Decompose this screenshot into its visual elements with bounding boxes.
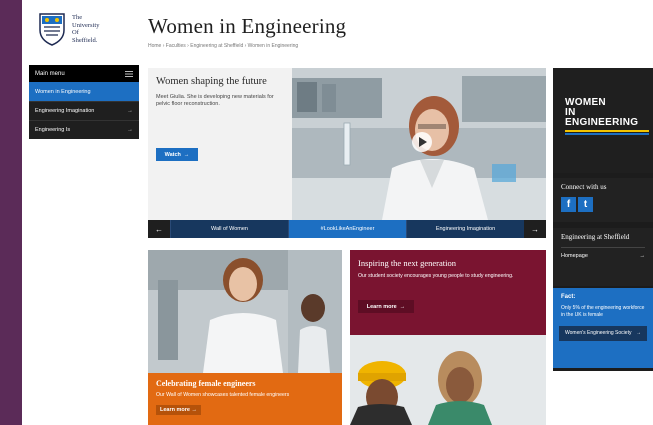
celebrating-photo [148,250,342,373]
lab-scene-image [292,68,546,220]
watch-button[interactable]: Watch → [156,148,198,161]
homepage-label: Homepage [561,253,588,259]
main-menu-header[interactable]: Main menu [29,65,139,82]
menu-item-women-in-engineering[interactable]: Women in Engineering [29,82,139,101]
right-sidebar: WOMEN IN ENGINEERING Connect with us f t… [553,68,653,371]
arrow-right-icon: → [127,127,133,133]
crest-icon [39,13,65,46]
celebrating-tile[interactable]: Celebrating female engineers Our Wall of… [148,250,342,425]
watch-label: Watch [164,151,181,158]
arrow-right-icon: → [636,330,641,336]
facebook-icon[interactable]: f [561,197,576,212]
inspiring-photo [350,335,546,425]
celebrating-heading: Celebrating female engineers [156,379,256,388]
tab-look-like-an-engineer[interactable]: #LookLikeAnEngineer [288,220,406,238]
social-links: f t [561,197,645,212]
hero-carousel: Women shaping the future Meet Giulia. Sh… [148,68,546,240]
menu-item-label: Women in Engineering [35,89,91,95]
hero-video-image[interactable] [292,68,546,220]
page-title: Women in Engineering [148,14,347,38]
page: The University Of Sheffield. Women in En… [22,0,653,425]
university-logo[interactable]: The University Of Sheffield. [38,12,128,52]
inspiring-tile[interactable]: Inspiring the next generation Our studen… [350,250,546,425]
arrow-right-icon: → [399,303,406,310]
inspiring-text: Our student society encourages young peo… [358,273,514,279]
arrow-right-icon: → [183,151,190,158]
menu-item-engineering-is[interactable]: Engineering Is → [29,120,139,139]
main-menu: Main menu Women in Engineering Engineeri… [29,65,139,139]
womens-engineering-society-link[interactable]: Women's Engineering Society → [559,326,647,341]
menu-item-engineering-imagination[interactable]: Engineering Imagination → [29,101,139,120]
logo-underline-blue [565,133,649,135]
fact-panel: Fact: Only 5% of the engineering workfor… [553,288,653,368]
tab-engineering-imagination[interactable]: Engineering Imagination [406,220,524,238]
logo-underline-yellow [565,130,649,132]
university-name: The University Of Sheffield. [72,14,100,44]
connect-heading: Connect with us [561,183,607,191]
hamburger-icon[interactable] [125,70,133,77]
twitter-icon[interactable]: t [578,197,593,212]
carousel-next-button[interactable]: → [524,220,546,238]
menu-item-label: Engineering Imagination [35,108,95,114]
engineering-panel: Engineering at Sheffield Homepage → [553,228,653,286]
celebrating-learn-more-button[interactable]: Learn more → [156,405,201,415]
celebrating-text: Our Wall of Women showcases talented fem… [156,392,290,398]
homepage-link[interactable]: Homepage → [561,247,645,259]
wie-logo-text: WOMEN IN ENGINEERING [565,97,639,128]
hero-heading: Women shaping the future [156,76,267,87]
carousel-prev-button[interactable]: ← [148,220,170,238]
inspiring-learn-more-button[interactable]: Learn more → [358,300,414,313]
menu-item-label: Engineering Is [35,127,71,133]
fact-heading: Fact: [561,294,576,300]
hero-nav-bar: ← Wall of Women #LookLikeAnEngineer Engi… [148,220,546,238]
inspiring-panel: Inspiring the next generation Our studen… [350,250,546,335]
arrow-right-icon: → [127,108,133,114]
engineering-heading: Engineering at Sheffield [561,233,630,241]
main-menu-label: Main menu [35,70,65,77]
learn-more-label: Learn more [366,303,397,310]
society-label: Women's Engineering Society [565,330,632,336]
hero-description: Meet Giulia. She is developing new mater… [156,94,274,107]
women-in-engineering-logo[interactable]: WOMEN IN ENGINEERING [553,68,653,173]
left-brand-bar [0,0,22,425]
arrow-right-icon: → [639,253,646,259]
tab-wall-of-women[interactable]: Wall of Women [170,220,288,238]
breadcrumb[interactable]: Home › Faculties › Engineering at Sheffi… [148,43,298,49]
connect-panel: Connect with us f t [553,178,653,222]
fact-text: Only 5% of the engineering workforce in … [561,305,645,318]
celebrating-caption: Celebrating female engineers Our Wall of… [148,373,342,425]
inspiring-heading: Inspiring the next generation [358,258,456,268]
hero-text-panel: Women shaping the future Meet Giulia. Sh… [148,68,292,220]
